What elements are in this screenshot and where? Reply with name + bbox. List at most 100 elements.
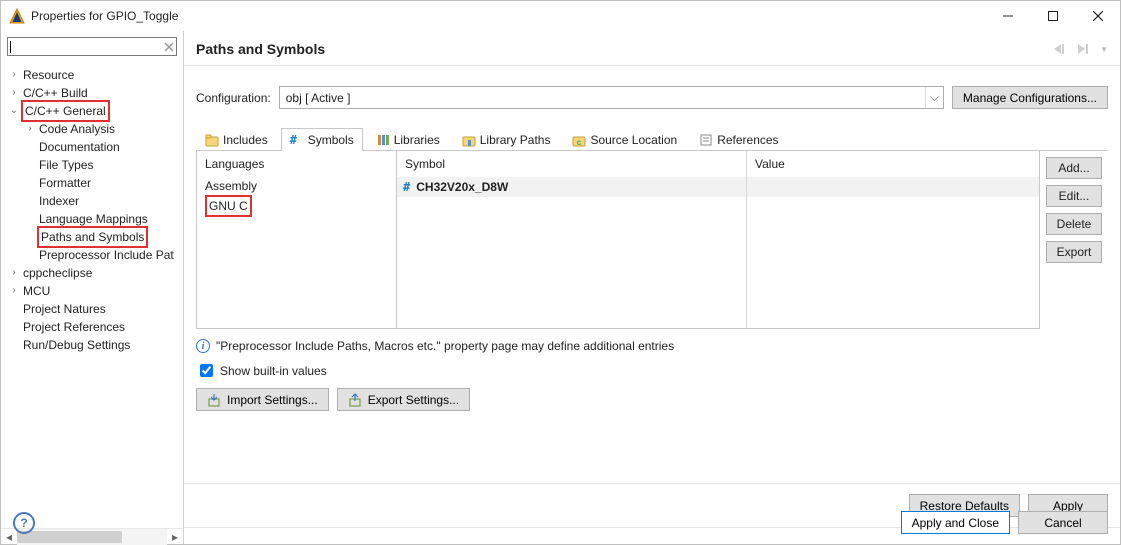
page-header: Paths and Symbols ▼: [184, 31, 1120, 66]
tab-icon: [205, 133, 219, 147]
tab-includes[interactable]: Includes: [196, 128, 277, 151]
tab-label: Libraries: [394, 133, 440, 147]
languages-column: Languages AssemblyGNU C: [197, 151, 397, 328]
tab-library-paths[interactable]: Library Paths: [453, 128, 560, 151]
tab-icon: c: [572, 133, 586, 147]
tree-item[interactable]: Run/Debug Settings: [1, 336, 183, 354]
tree-item-label: File Types: [37, 156, 95, 174]
show-builtin-checkbox[interactable]: Show built-in values: [196, 361, 1108, 380]
tree-item[interactable]: ›cppcheclipse: [1, 264, 183, 282]
twisty-icon[interactable]: ›: [7, 84, 21, 102]
tab-label: Includes: [223, 133, 268, 147]
configuration-combo[interactable]: obj [ Active ] ⌵: [279, 86, 944, 109]
tree-item-label: Paths and Symbols: [37, 226, 148, 248]
manage-configurations-button[interactable]: Manage Configurations...: [952, 86, 1108, 109]
tree-item[interactable]: ›Resource: [1, 66, 183, 84]
svg-text:c: c: [577, 138, 582, 147]
table-row[interactable]: # CH32V20x_D8W: [397, 177, 746, 197]
properties-dialog: Properties for GPIO_Toggle ›Resource›C/C…: [0, 0, 1121, 545]
tree-item[interactable]: Project Natures: [1, 300, 183, 318]
language-item[interactable]: Assembly: [205, 177, 388, 195]
scroll-right-icon[interactable]: ▸: [167, 530, 183, 544]
tree-item-label: MCU: [21, 282, 52, 300]
tab-icon: [699, 133, 713, 147]
tab-libraries[interactable]: Libraries: [367, 128, 449, 151]
tab-label: Library Paths: [480, 133, 551, 147]
tree-item-label: Project Natures: [21, 300, 108, 318]
edit-button[interactable]: Edit...: [1046, 185, 1102, 207]
info-text: "Preprocessor Include Paths, Macros etc.…: [216, 339, 674, 353]
tab-source-location[interactable]: c Source Location: [563, 128, 686, 151]
tab-symbols[interactable]: # Symbols: [281, 128, 363, 151]
tree-item[interactable]: ⌄C/C++ General: [1, 102, 183, 120]
tree-item[interactable]: ›MCU: [1, 282, 183, 300]
twisty-icon[interactable]: ⌄: [7, 102, 21, 120]
help-icon[interactable]: ?: [13, 512, 35, 534]
tab-icon: [462, 133, 476, 147]
tree-item-label: Code Analysis: [37, 120, 117, 138]
value-header: Value: [747, 151, 1039, 177]
tree-item[interactable]: Paths and Symbols: [1, 228, 183, 246]
export-settings-button[interactable]: Export Settings...: [337, 388, 470, 411]
tree-item[interactable]: File Types: [1, 156, 183, 174]
twisty-icon[interactable]: ›: [7, 282, 21, 300]
clear-filter-icon[interactable]: [164, 42, 174, 52]
titlebar: Properties for GPIO_Toggle: [1, 1, 1120, 31]
languages-header: Languages: [197, 151, 396, 177]
twisty-icon[interactable]: ›: [7, 66, 21, 84]
close-button[interactable]: [1075, 1, 1120, 31]
configuration-value: obj [ Active ]: [286, 91, 351, 105]
tree-item-label: Preprocessor Include Pat: [37, 246, 176, 264]
tree-item-label: Resource: [21, 66, 76, 84]
export-button[interactable]: Export: [1046, 241, 1102, 263]
window-title: Properties for GPIO_Toggle: [31, 9, 985, 23]
twisty-icon[interactable]: ›: [7, 264, 21, 282]
tree-item[interactable]: Preprocessor Include Pat: [1, 246, 183, 264]
tab-label: Source Location: [590, 133, 677, 147]
import-icon: [207, 393, 221, 407]
twisty-icon[interactable]: ›: [23, 120, 37, 138]
tree-item-label: Run/Debug Settings: [21, 336, 132, 354]
nav-menu-icon[interactable]: ▼: [1100, 45, 1108, 54]
delete-button[interactable]: Delete: [1046, 213, 1102, 235]
tree-item-label: Indexer: [37, 192, 81, 210]
tab-references[interactable]: References: [690, 128, 787, 151]
tab-label: References: [717, 133, 778, 147]
minimize-button[interactable]: [985, 1, 1030, 31]
category-sidebar: ›Resource›C/C++ Build⌄C/C++ General›Code…: [1, 31, 184, 544]
filter-input[interactable]: [7, 37, 177, 56]
maximize-button[interactable]: [1030, 1, 1075, 31]
chevron-down-icon[interactable]: ⌵: [925, 87, 943, 108]
tree-item-label: cppcheclipse: [21, 264, 94, 282]
nav-forward-icon[interactable]: [1076, 42, 1094, 56]
category-tree[interactable]: ›Resource›C/C++ Build⌄C/C++ General›Code…: [1, 62, 183, 528]
configuration-label: Configuration:: [196, 91, 271, 105]
tree-item-label: C/C++ General: [21, 100, 110, 122]
add-button[interactable]: Add...: [1046, 157, 1102, 179]
cancel-button[interactable]: Cancel: [1018, 511, 1108, 534]
tab-icon: [376, 133, 390, 147]
tree-item[interactable]: Project References: [1, 318, 183, 336]
hash-icon: #: [403, 180, 410, 194]
tab-icon: #: [290, 133, 304, 147]
app-icon: [9, 8, 25, 24]
tab-label: Symbols: [308, 133, 354, 147]
export-icon: [348, 393, 362, 407]
tree-item[interactable]: Indexer: [1, 192, 183, 210]
symbol-name: CH32V20x_D8W: [416, 180, 508, 194]
tree-item[interactable]: Documentation: [1, 138, 183, 156]
nav-back-icon[interactable]: [1052, 42, 1070, 56]
tab-bar: Includes # Symbols Libraries Library Paths cS…: [196, 127, 1108, 151]
import-settings-button[interactable]: Import Settings...: [196, 388, 329, 411]
info-icon: i: [196, 339, 210, 353]
symbol-header: Symbol: [397, 151, 746, 177]
tree-item-label: Documentation: [37, 138, 122, 156]
show-builtin-input[interactable]: [200, 364, 213, 377]
language-item[interactable]: GNU C: [205, 195, 388, 213]
apply-and-close-button[interactable]: Apply and Close: [901, 511, 1010, 534]
tree-item[interactable]: ›Code Analysis: [1, 120, 183, 138]
tree-item-label: Formatter: [37, 174, 93, 192]
tree-item[interactable]: Formatter: [1, 174, 183, 192]
tree-item-label: Project References: [21, 318, 127, 336]
page-title: Paths and Symbols: [196, 41, 1052, 57]
